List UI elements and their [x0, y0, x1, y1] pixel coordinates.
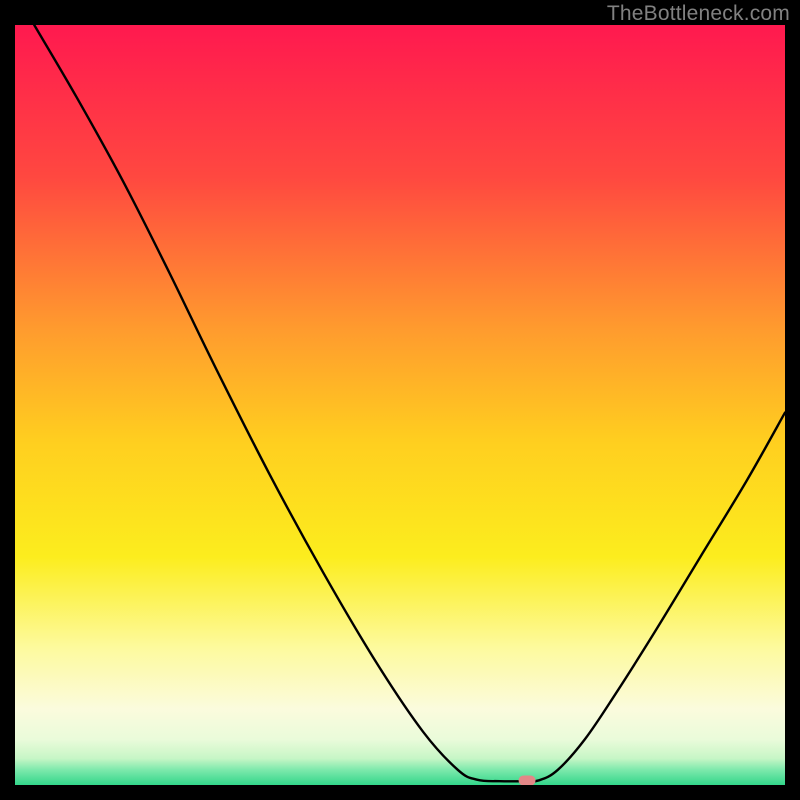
bottleneck-chart	[15, 25, 785, 785]
chart-frame: TheBottleneck.com	[0, 0, 800, 800]
gradient-background	[15, 25, 785, 785]
plot-area	[15, 25, 785, 785]
optimal-marker	[519, 775, 536, 785]
watermark-text: TheBottleneck.com	[607, 2, 790, 26]
